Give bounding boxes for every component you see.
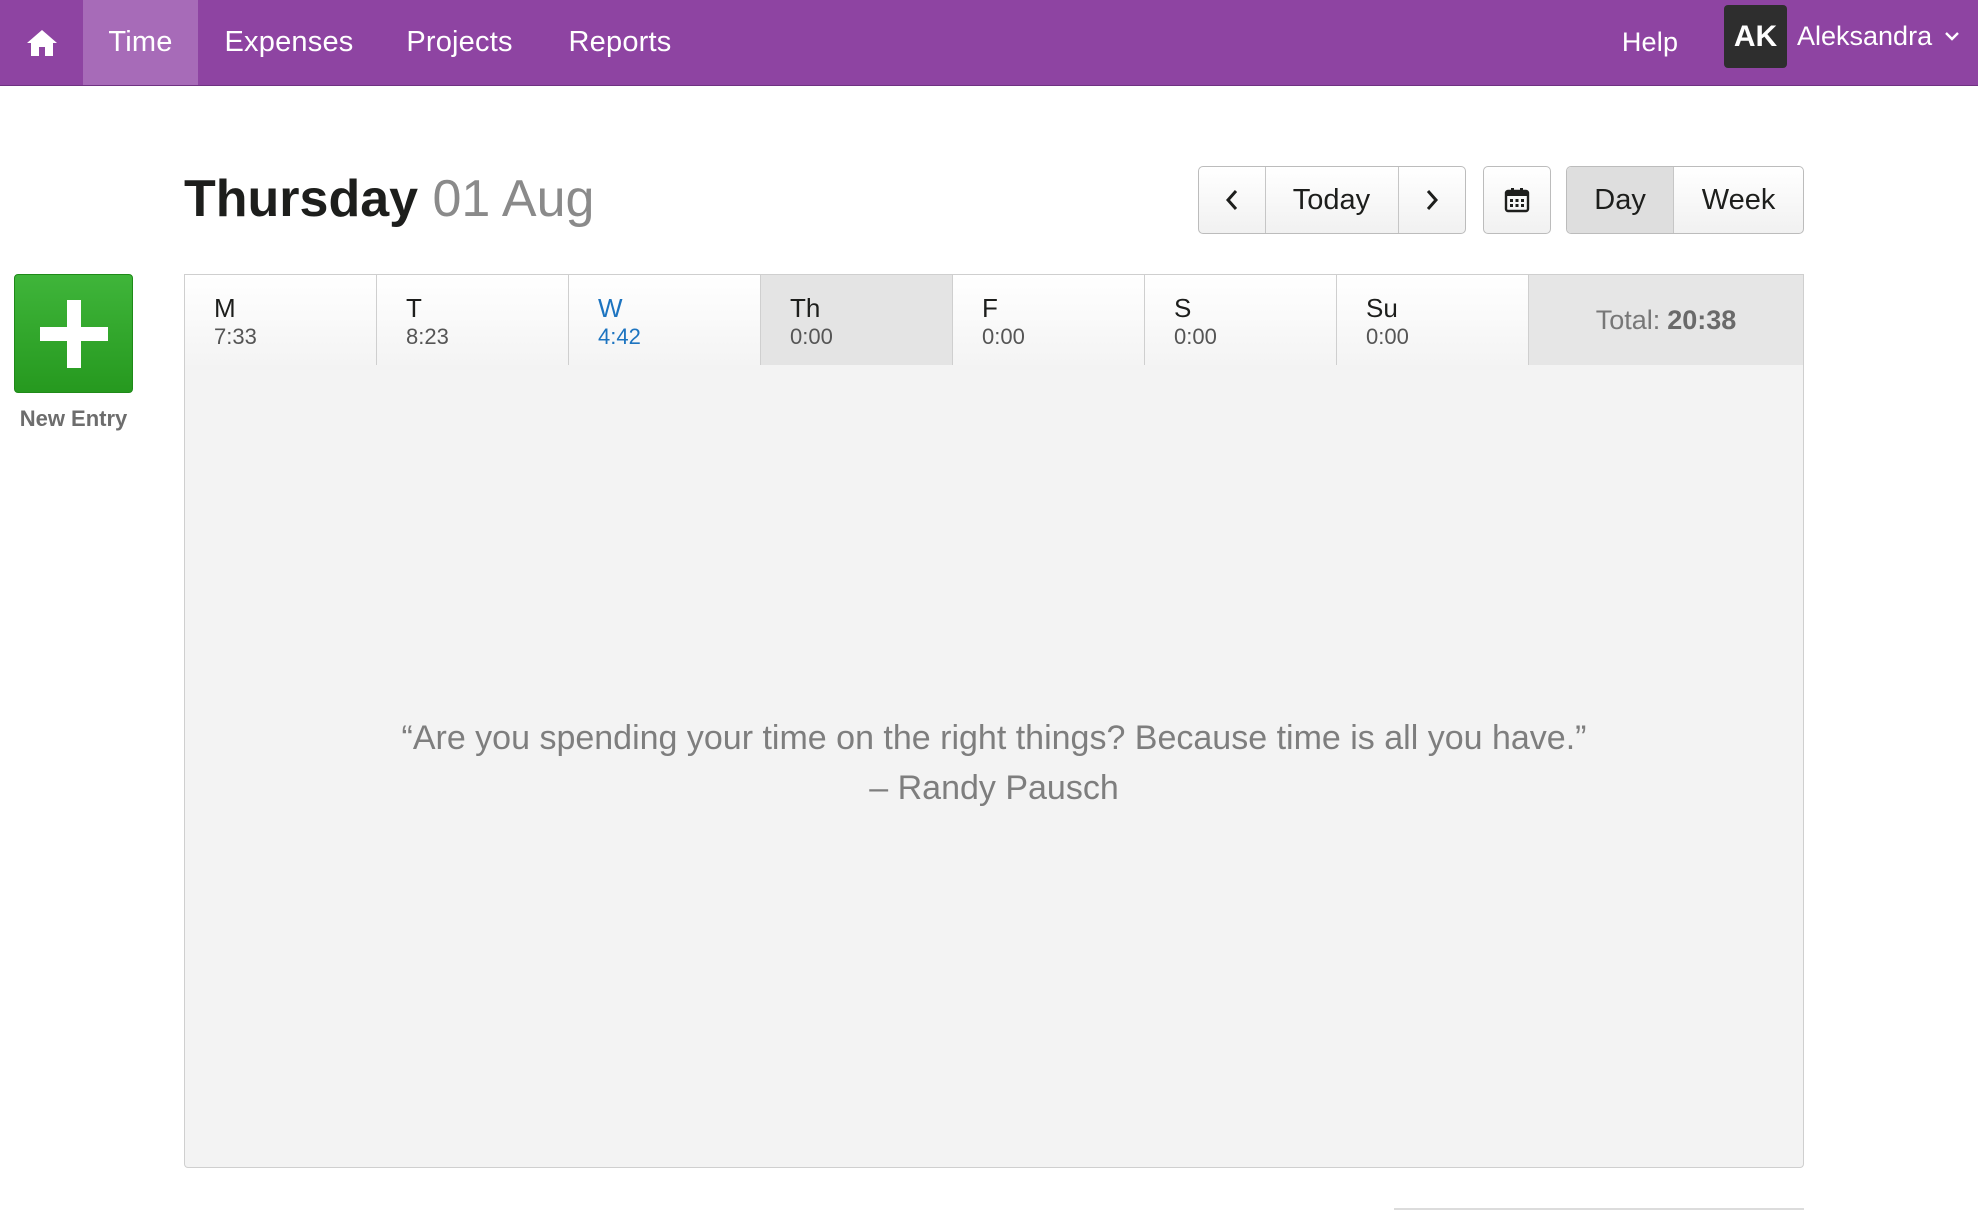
quote-text: “Are you spending your time on the right… bbox=[401, 719, 1587, 757]
top-navigation: Time Expenses Projects Reports Help AK A… bbox=[0, 0, 1978, 86]
chevron-down-icon bbox=[1945, 32, 1959, 41]
day-name: S bbox=[1174, 293, 1192, 323]
week-view-button[interactable]: Week bbox=[1674, 167, 1803, 233]
nav-expenses[interactable]: Expenses bbox=[212, 0, 366, 85]
title-date: 01 Aug bbox=[432, 170, 595, 228]
week-total: Total: 20:38 bbox=[1529, 275, 1803, 366]
calendar-button[interactable] bbox=[1484, 167, 1550, 233]
chevron-right-icon bbox=[1426, 190, 1438, 210]
previous-day-button[interactable] bbox=[1199, 167, 1266, 233]
day-tab-wednesday[interactable]: W 4:42 bbox=[569, 275, 761, 366]
date-navigation: Today bbox=[1198, 166, 1466, 234]
calendar-picker bbox=[1483, 166, 1551, 234]
avatar[interactable]: AK bbox=[1724, 5, 1787, 68]
user-name: Aleksandra bbox=[1797, 20, 1933, 51]
today-button[interactable]: Today bbox=[1266, 167, 1399, 233]
home-icon bbox=[26, 29, 57, 56]
page-title: Thursday 01 Aug bbox=[184, 168, 594, 230]
day-name: W bbox=[598, 293, 623, 323]
nav-help[interactable]: Help bbox=[1600, 0, 1700, 85]
day-total: 0:00 bbox=[982, 324, 1025, 349]
user-menu[interactable]: Aleksandra bbox=[1797, 0, 1960, 72]
chevron-left-icon bbox=[1225, 190, 1237, 210]
week-total-value: 20:38 bbox=[1667, 304, 1737, 335]
new-entry-label[interactable]: New Entry bbox=[0, 406, 147, 432]
day-name: Su bbox=[1366, 293, 1398, 323]
day-total: 4:42 bbox=[598, 324, 641, 349]
day-name: T bbox=[406, 293, 422, 323]
day-total: 7:33 bbox=[214, 324, 257, 349]
home-button[interactable] bbox=[0, 0, 83, 85]
day-tab-sunday[interactable]: Su 0:00 bbox=[1337, 275, 1529, 366]
day-tab-monday[interactable]: M 7:33 bbox=[185, 275, 377, 366]
day-tab-tuesday[interactable]: T 8:23 bbox=[377, 275, 569, 366]
empty-state-quote: “Are you spending your time on the right… bbox=[185, 713, 1803, 813]
entries-panel: “Are you spending your time on the right… bbox=[184, 365, 1804, 1168]
nav-reports[interactable]: Reports bbox=[551, 0, 689, 85]
day-view-button[interactable]: Day bbox=[1567, 167, 1675, 233]
day-tab-saturday[interactable]: S 0:00 bbox=[1145, 275, 1337, 366]
title-weekday: Thursday bbox=[184, 170, 419, 228]
day-total: 0:00 bbox=[1366, 324, 1409, 349]
day-total: 0:00 bbox=[790, 324, 833, 349]
day-tab-thursday[interactable]: Th 0:00 bbox=[761, 275, 953, 366]
new-entry-button[interactable] bbox=[14, 274, 133, 393]
day-name: M bbox=[214, 293, 236, 323]
plus-icon bbox=[39, 299, 108, 368]
week-strip: M 7:33 T 8:23 W 4:42 Th 0:00 F 0:00 S 0:… bbox=[184, 274, 1804, 366]
day-total: 8:23 bbox=[406, 324, 449, 349]
week-total-label: Total: bbox=[1595, 304, 1661, 335]
nav-time[interactable]: Time bbox=[83, 0, 198, 85]
next-day-button[interactable] bbox=[1399, 167, 1466, 233]
calendar-icon bbox=[1504, 188, 1530, 213]
day-tab-friday[interactable]: F 0:00 bbox=[953, 275, 1145, 366]
quote-author: – Randy Pausch bbox=[869, 769, 1119, 807]
day-name: Th bbox=[790, 293, 821, 323]
view-toggle: Day Week bbox=[1566, 166, 1804, 234]
day-total: 0:00 bbox=[1174, 324, 1217, 349]
day-name: F bbox=[982, 293, 998, 323]
nav-projects[interactable]: Projects bbox=[391, 0, 528, 85]
